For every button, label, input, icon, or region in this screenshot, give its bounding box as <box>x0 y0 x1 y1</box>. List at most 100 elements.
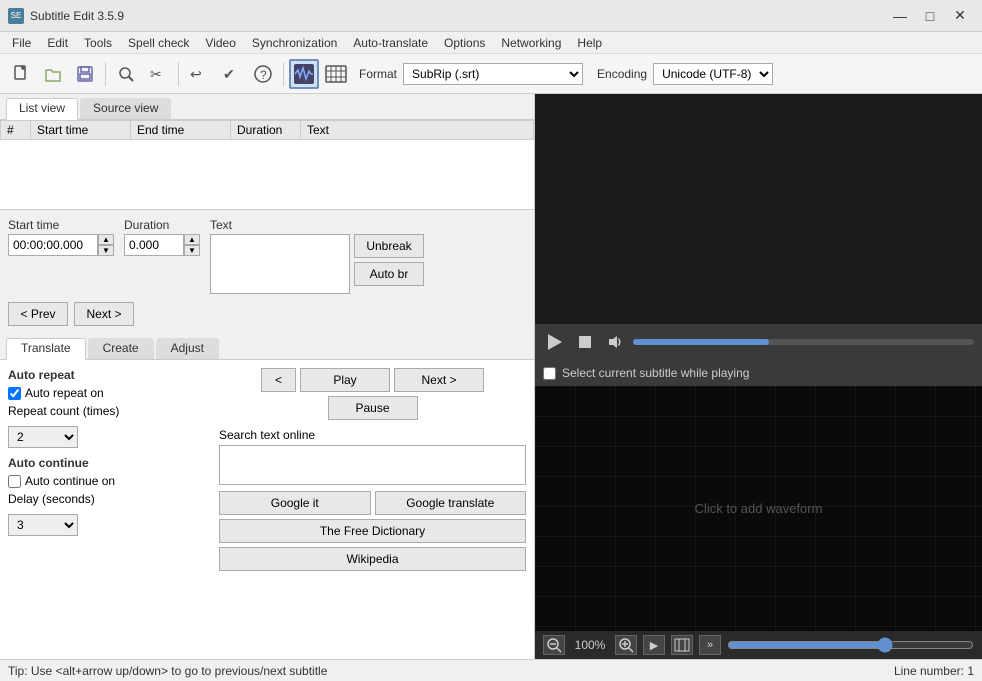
text-input-row: Unbreak Auto br <box>210 234 526 294</box>
app-icon: SE <box>8 8 24 24</box>
duration-up[interactable]: ▲ <box>184 234 200 245</box>
google-it-button[interactable]: Google it <box>219 491 371 515</box>
menu-help[interactable]: Help <box>569 34 610 52</box>
auto-repeat-checkbox[interactable] <box>8 387 21 400</box>
svg-text:✂: ✂ <box>150 66 162 82</box>
zoom-out-button[interactable] <box>543 635 565 655</box>
delay-select[interactable]: 1 2 3 4 5 <box>8 514 78 536</box>
format-label: Format <box>359 67 397 81</box>
duration-input[interactable] <box>124 234 184 256</box>
play-button[interactable]: Play <box>300 368 390 392</box>
col-duration: Duration <box>231 121 301 140</box>
svg-text:?: ? <box>260 68 267 82</box>
volume-button[interactable] <box>603 330 627 354</box>
right-panel: Select current subtitle while playing Cl… <box>535 94 982 659</box>
toolbar-check-button[interactable]: ✔ <box>216 59 246 89</box>
subtitle-table-container: # Start time End time Duration Text <box>0 120 534 210</box>
next-button[interactable]: Next > <box>74 302 134 326</box>
menu-edit[interactable]: Edit <box>39 34 76 52</box>
auto-br-button[interactable]: Auto br <box>354 262 424 286</box>
zoom-in-button[interactable] <box>615 635 637 655</box>
waveform-play-button[interactable]: ▶ <box>643 635 665 655</box>
tab-translate[interactable]: Translate <box>6 338 86 360</box>
title-controls: — □ ✕ <box>886 5 974 27</box>
stop-button[interactable] <box>573 330 597 354</box>
toolbar-open-button[interactable] <box>38 59 68 89</box>
search-text-input[interactable] <box>219 445 526 485</box>
menu-tools[interactable]: Tools <box>76 34 120 52</box>
left-panel: List view Source view # Start time End t… <box>0 94 535 659</box>
menu-options[interactable]: Options <box>436 34 493 52</box>
maximize-button[interactable]: □ <box>916 5 944 27</box>
pause-button[interactable]: Pause <box>328 396 418 420</box>
col-number: # <box>1 121 31 140</box>
google-translate-button[interactable]: Google translate <box>375 491 527 515</box>
start-time-input[interactable] <box>8 234 98 256</box>
translate-right: < Play Next > Pause Search text online G… <box>219 368 526 571</box>
start-time-up[interactable]: ▲ <box>98 234 114 245</box>
unbreak-button[interactable]: Unbreak <box>354 234 424 258</box>
toolbar-cut-button[interactable]: ✂ <box>143 59 173 89</box>
toolbar: ✂ ↩ ✔ ? Format SubRip (.srt) Advanced Su… <box>0 54 982 94</box>
delay-select-row: 1 2 3 4 5 <box>8 514 203 536</box>
waveform-area[interactable]: Click to add waveform <box>535 386 982 631</box>
tab-adjust[interactable]: Adjust <box>156 338 219 359</box>
subtitle-check-bar: Select current subtitle while playing <box>535 360 982 386</box>
bottom-tabs: Translate Create Adjust <box>0 334 534 360</box>
menu-synchronization[interactable]: Synchronization <box>244 34 345 52</box>
prev-play-button[interactable]: < <box>261 368 296 392</box>
start-time-spinner-btns: ▲ ▼ <box>98 234 114 256</box>
next-play-button[interactable]: Next > <box>394 368 484 392</box>
toolbar-new-button[interactable] <box>6 59 36 89</box>
toolbar-undo-button[interactable]: ↩ <box>184 59 214 89</box>
nav-buttons: < Prev Next > <box>8 302 526 326</box>
menu-autotranslate[interactable]: Auto-translate <box>345 34 436 52</box>
duration-spinner: ▲ ▼ <box>124 234 200 256</box>
close-button[interactable]: ✕ <box>946 5 974 27</box>
play-pause-button[interactable] <box>543 330 567 354</box>
online-btn-row1: Google it Google translate <box>219 491 526 515</box>
play-controls: < Play Next > <box>219 368 526 392</box>
waveform-slider[interactable] <box>727 637 974 653</box>
main-content: List view Source view # Start time End t… <box>0 94 982 659</box>
prev-button[interactable]: < Prev <box>8 302 68 326</box>
duration-down[interactable]: ▼ <box>184 245 200 256</box>
tab-source-view[interactable]: Source view <box>80 98 171 119</box>
waveform-frame-button[interactable] <box>671 635 693 655</box>
minimize-button[interactable]: — <box>886 5 914 27</box>
text-field: Text Unbreak Auto br <box>210 218 526 294</box>
subtitle-while-playing-checkbox[interactable] <box>543 367 556 380</box>
tab-create[interactable]: Create <box>88 338 154 359</box>
toolbar-video-button[interactable] <box>321 59 351 89</box>
view-tabs: List view Source view <box>0 94 534 120</box>
free-dictionary-button[interactable]: The Free Dictionary <box>219 519 526 543</box>
toolbar-help-button[interactable]: ? <box>248 59 278 89</box>
status-bar: Tip: Use <alt+arrow up/down> to go to pr… <box>0 659 982 681</box>
format-select[interactable]: SubRip (.srt) Advanced SubStation Alpha … <box>403 63 583 85</box>
toolbar-find-button[interactable] <box>111 59 141 89</box>
text-textarea[interactable] <box>210 234 350 294</box>
wikipedia-button[interactable]: Wikipedia <box>219 547 526 571</box>
subtitle-table: # Start time End time Duration Text <box>0 120 534 140</box>
delay-row: Delay (seconds) <box>8 492 203 506</box>
format-section: Format SubRip (.srt) Advanced SubStation… <box>359 63 773 85</box>
toolbar-waveform-button[interactable] <box>289 59 319 89</box>
encoding-select[interactable]: Unicode (UTF-8) UTF-8 BOM ANSI <box>653 63 773 85</box>
start-time-down[interactable]: ▼ <box>98 245 114 256</box>
menu-video[interactable]: Video <box>197 34 243 52</box>
video-progress[interactable] <box>633 339 974 345</box>
auto-continue-checkbox[interactable] <box>8 475 21 488</box>
toolbar-save-button[interactable] <box>70 59 100 89</box>
repeat-count-select[interactable]: 1 2 3 4 5 <box>8 426 78 448</box>
waveform-goto-button[interactable]: » <box>699 635 721 655</box>
menu-networking[interactable]: Networking <box>493 34 569 52</box>
video-area[interactable] <box>535 94 982 324</box>
menu-spellcheck[interactable]: Spell check <box>120 34 197 52</box>
tab-list-view[interactable]: List view <box>6 98 78 120</box>
play-icon <box>548 334 562 350</box>
col-start-time: Start time <box>31 121 131 140</box>
menu-file[interactable]: File <box>4 34 39 52</box>
duration-spinner-btns: ▲ ▼ <box>184 234 200 256</box>
svg-text:↩: ↩ <box>190 66 202 82</box>
repeat-count-select-row: 1 2 3 4 5 <box>8 426 203 448</box>
